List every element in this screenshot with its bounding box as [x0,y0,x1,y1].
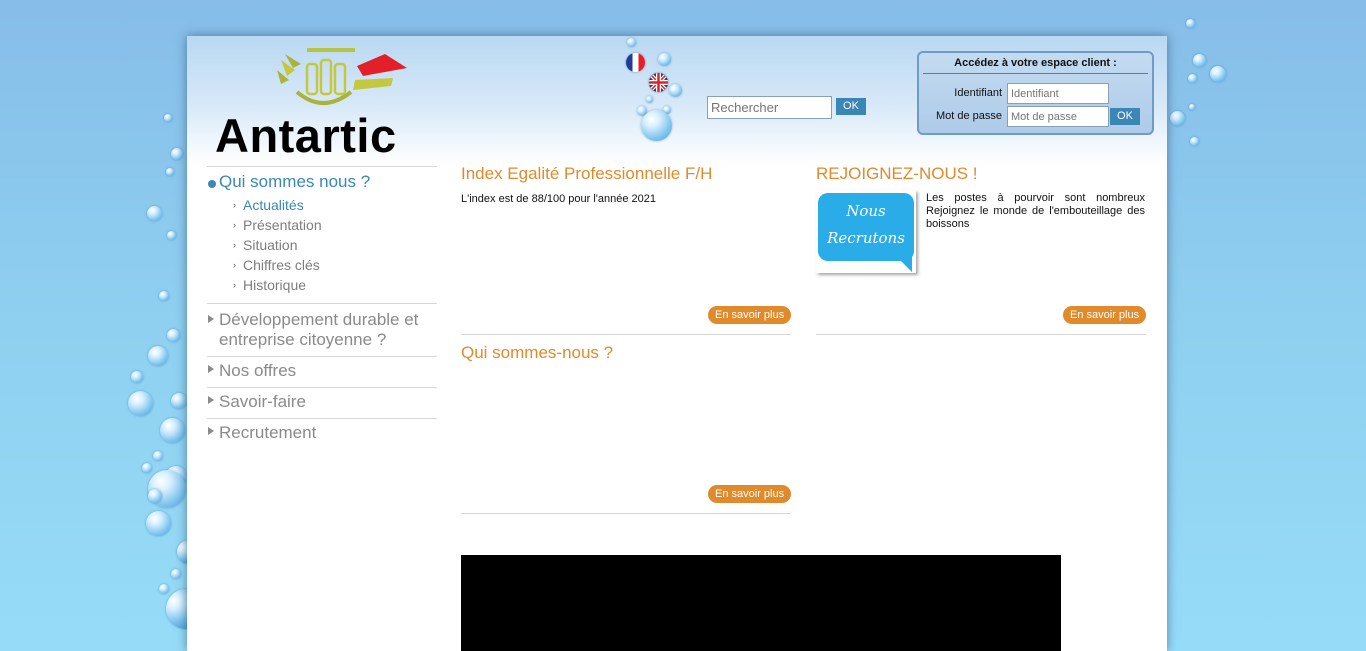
about-title[interactable]: Qui sommes-nous ? [461,343,791,363]
sidebar-submenu: › Actualités › Présentation › Situation › Ch… [207,192,437,299]
bullet-icon [208,180,216,188]
chevron-right-icon: › [233,240,236,250]
index-egalite-more-button[interactable]: En savoir plus [708,306,792,324]
page-container: Antartic OK Accédez à votre espace clien… [187,36,1167,651]
sidebar-subitem-presentation[interactable]: › Présentation [233,215,437,235]
sidebar-item-developpement-durable[interactable]: Développement durable et entreprise cito… [207,304,437,356]
nous-recrutons-image[interactable]: Nous Recrutons [816,190,916,273]
chevron-right-icon: › [233,280,236,290]
antartic-logo[interactable]: Antartic [215,46,435,162]
username-label: Identifiant [954,87,1002,99]
chevron-right-icon: › [233,220,236,230]
sidebar-subitem-actualites[interactable]: › Actualités [233,195,437,215]
password-input[interactable] [1007,106,1109,127]
login-button[interactable]: OK [1110,108,1140,125]
about-block: Qui sommes-nous ? [461,343,791,363]
sidebar-subitem-historique[interactable]: › Historique [233,275,437,295]
recruit-text: Les postes à pourvoir sont nombreux Rejo… [926,192,1145,230]
index-egalite-text: L'index est de 88/100 pour l'année 2021 [461,193,657,205]
logo-graphic-icon [277,48,407,105]
sidebar-item-recrutement[interactable]: Recrutement [207,419,437,449]
search-input[interactable] [707,96,832,119]
search-button[interactable]: OK [836,98,866,115]
recruit-block: REJOIGNEZ-NOUS ! [816,164,1146,184]
sidebar-subitem-situation[interactable]: › Situation [233,235,437,255]
sidebar-item-nos-offres[interactable]: Nos offres [207,357,437,387]
triangle-right-icon [208,365,214,373]
recruit-more-button[interactable]: En savoir plus [1063,306,1147,324]
index-egalite-block: Index Egalité Professionnelle F/H L'inde… [461,164,791,206]
client-login-box: Accédez à votre espace client : Identifi… [917,51,1154,135]
about-more-button[interactable]: En savoir plus [708,485,792,503]
recruit-title[interactable]: REJOIGNEZ-NOUS ! [816,164,1146,184]
login-divider [923,73,1148,74]
video-player[interactable] [461,555,1061,651]
sidebar-item-savoir-faire[interactable]: Savoir-faire [207,388,437,418]
speech-bubble-icon: Nous Recrutons [818,193,914,261]
triangle-right-icon [208,427,214,435]
logo-text: Antartic [215,109,397,162]
site-header: Antartic OK Accédez à votre espace clien… [187,36,1167,164]
triangle-right-icon [208,315,214,323]
login-title: Accédez à votre espace client : [954,57,1117,69]
flag-fr-icon[interactable] [626,53,645,72]
username-input[interactable] [1007,83,1109,104]
triangle-right-icon [208,396,214,404]
sidebar-nav: Qui sommes nous ? › Actualités › Présentat… [207,166,437,449]
flag-en-icon[interactable] [649,73,668,92]
chevron-right-icon: › [233,260,236,270]
sidebar-subitem-chiffres-cles[interactable]: › Chiffres clés [233,255,437,275]
password-label: Mot de passe [935,110,1002,122]
chevron-right-icon: › [233,200,236,210]
index-egalite-title[interactable]: Index Egalité Professionnelle F/H [461,164,791,184]
sidebar-item-qui-sommes-nous[interactable]: Qui sommes nous ? [207,167,437,192]
